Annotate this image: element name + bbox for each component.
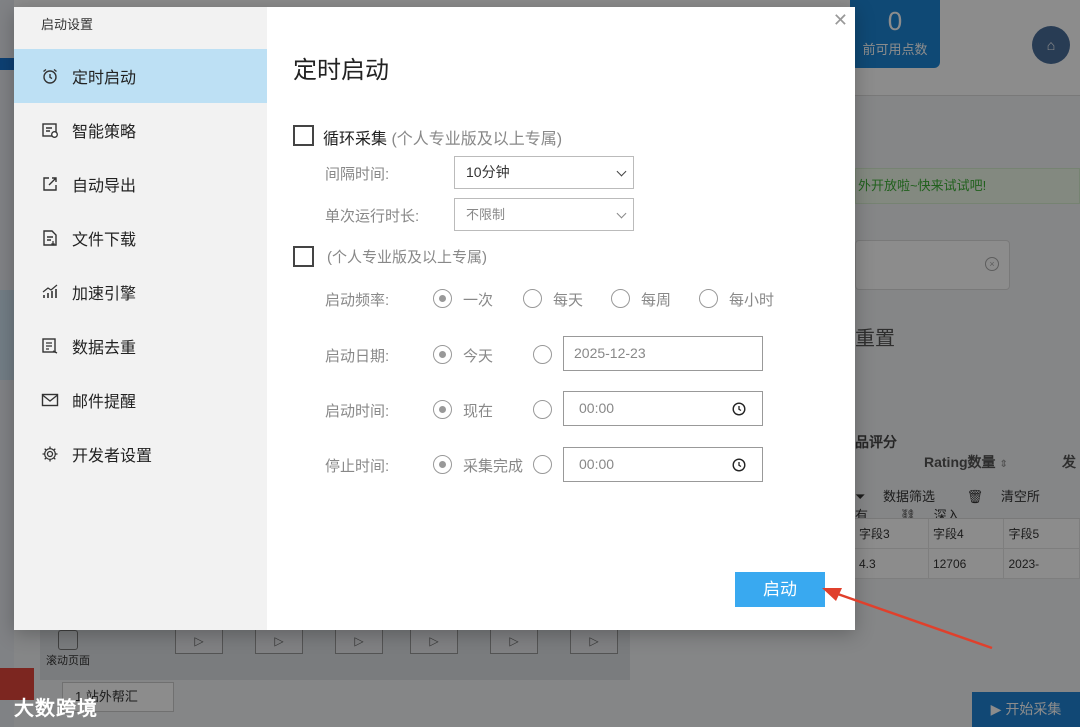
watermark-logo: 大数跨境 <box>14 698 98 720</box>
date-today-label: 今天 <box>463 348 494 365</box>
stop-custom-radio[interactable] <box>533 455 552 474</box>
menu-item-label: 数据去重 <box>72 340 137 357</box>
frequency-label: 启动频率: <box>325 292 390 309</box>
interval-select[interactable]: 10分钟 <box>454 156 634 189</box>
frequency-hourly-label: 每小时 <box>729 292 775 309</box>
stop-done-label: 采集完成 <box>463 458 524 475</box>
start-button[interactable]: 启动 <box>735 572 825 607</box>
frequency-weekly-radio[interactable] <box>611 289 630 308</box>
menu-item-label: 文件下载 <box>72 232 137 249</box>
time-custom-radio[interactable] <box>533 400 552 419</box>
schedule-checkbox[interactable] <box>293 246 314 267</box>
clock-icon <box>732 402 746 416</box>
settings-sidebar: 启动设置 定时启动 智能策略 自动导出 文件下载 加速引擎 数据去重 邮件提醒 … <box>14 7 267 630</box>
frequency-weekly-label: 每周 <box>641 292 672 309</box>
menu-item-mail-reminder[interactable]: 邮件提醒 <box>14 373 267 427</box>
menu-item-label: 开发者设置 <box>72 448 153 465</box>
gear-icon <box>41 445 59 463</box>
menu-item-label: 邮件提醒 <box>72 394 137 411</box>
menu-item-acceleration-engine[interactable]: 加速引擎 <box>14 265 267 319</box>
stop-time-label: 停止时间: <box>325 458 390 475</box>
schedule-pro-note: (个人专业版及以上专属) <box>327 249 487 266</box>
dialog-title: 启动设置 <box>41 17 94 32</box>
loop-collect-label: 循环采集 (个人专业版及以上专属) <box>323 131 563 148</box>
start-time-label: 启动时间: <box>325 403 390 420</box>
clock-icon <box>732 458 746 472</box>
date-today-radio[interactable] <box>433 345 452 364</box>
start-date-input[interactable]: 2025-12-23 <box>563 336 763 371</box>
menu-item-label: 自动导出 <box>72 178 137 195</box>
menu-item-label: 加速引擎 <box>72 286 137 303</box>
start-date-label: 启动日期: <box>325 348 390 365</box>
alarm-clock-icon <box>41 67 59 85</box>
menu-item-label: 智能策略 <box>72 124 137 141</box>
loop-collect-checkbox[interactable] <box>293 125 314 146</box>
settings-menu: 定时启动 智能策略 自动导出 文件下载 加速引擎 数据去重 邮件提醒 开发者设置 <box>14 49 267 481</box>
start-time-input[interactable]: 00:00 <box>563 391 763 426</box>
startup-settings-dialog: 启动设置 定时启动 智能策略 自动导出 文件下载 加速引擎 数据去重 邮件提醒 … <box>14 7 855 630</box>
file-download-icon <box>41 229 59 247</box>
stop-time-input[interactable]: 00:00 <box>563 447 763 482</box>
export-icon <box>41 175 59 193</box>
frequency-once-label: 一次 <box>463 292 494 309</box>
menu-item-scheduled-start[interactable]: 定时启动 <box>14 49 267 103</box>
date-custom-radio[interactable] <box>533 345 552 364</box>
frequency-daily-label: 每天 <box>553 292 584 309</box>
menu-item-label: 定时启动 <box>72 70 137 87</box>
frequency-daily-radio[interactable] <box>523 289 542 308</box>
menu-item-developer-settings[interactable]: 开发者设置 <box>14 427 267 481</box>
pro-only-note: (个人专业版及以上专属) <box>391 131 563 148</box>
chevron-down-icon <box>616 208 627 219</box>
settings-panel: ✕ 定时启动 循环采集 (个人专业版及以上专属) 间隔时间: 10分钟 单次运行… <box>267 7 855 630</box>
stop-done-radio[interactable] <box>433 455 452 474</box>
time-now-label: 现在 <box>463 403 494 420</box>
mail-icon <box>41 391 59 409</box>
frequency-once-radio[interactable] <box>433 289 452 308</box>
menu-item-deduplicate[interactable]: 数据去重 <box>14 319 267 373</box>
menu-item-file-download[interactable]: 文件下载 <box>14 211 267 265</box>
page-title: 定时启动 <box>293 57 389 84</box>
speed-chart-icon <box>41 283 59 301</box>
duration-label: 单次运行时长: <box>325 208 420 225</box>
dedupe-icon <box>41 337 59 355</box>
menu-item-smart-strategy[interactable]: 智能策略 <box>14 103 267 157</box>
frequency-hourly-radio[interactable] <box>699 289 718 308</box>
time-now-radio[interactable] <box>433 400 452 419</box>
close-icon[interactable]: ✕ <box>833 11 848 29</box>
interval-label: 间隔时间: <box>325 166 390 183</box>
strategy-icon <box>41 121 59 139</box>
menu-item-auto-export[interactable]: 自动导出 <box>14 157 267 211</box>
duration-select[interactable]: 不限制 <box>454 198 634 231</box>
chevron-down-icon <box>616 166 627 177</box>
